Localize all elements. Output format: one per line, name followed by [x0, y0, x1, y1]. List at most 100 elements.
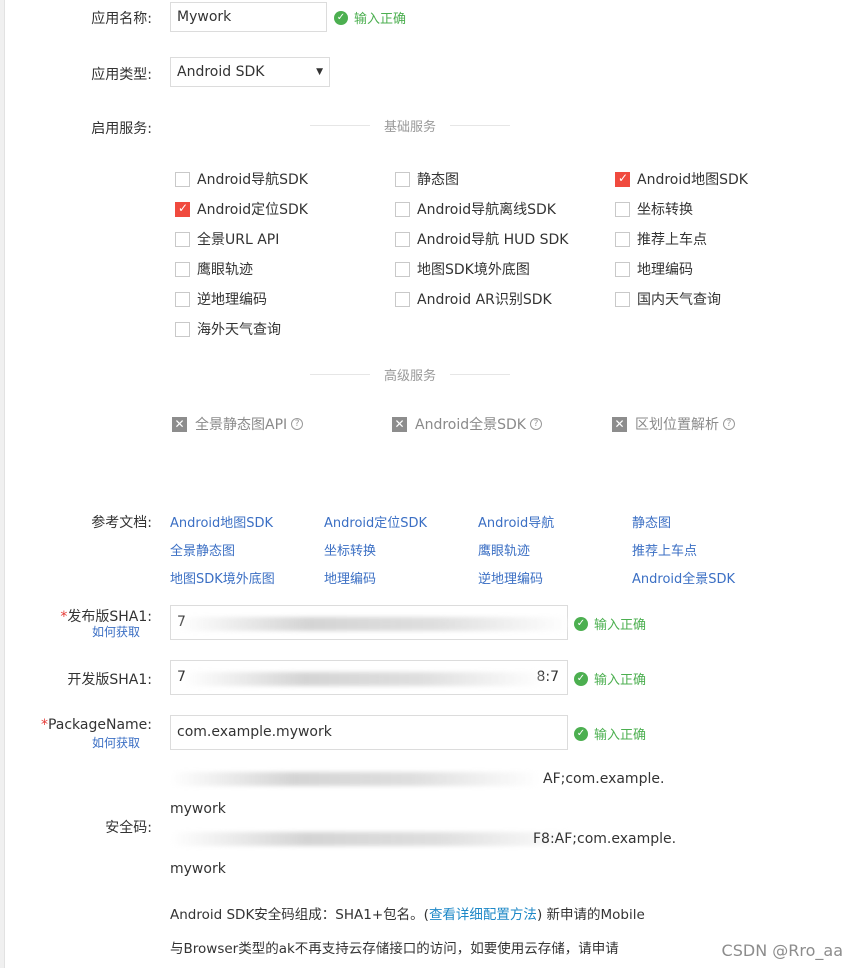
watermark: CSDN @Rro_aa — [721, 941, 843, 960]
help-icon[interactable]: ? — [723, 418, 735, 430]
service-label: 国内天气查询 — [637, 292, 721, 308]
service-checkbox[interactable]: Android地图SDK — [615, 169, 748, 189]
checkbox-unchecked-icon[interactable] — [395, 261, 410, 277]
service-label: Android导航离线SDK — [417, 202, 556, 218]
service-label: Android地图SDK — [637, 172, 748, 188]
checkbox-unchecked-icon[interactable] — [175, 171, 190, 187]
package-name-label: *PackageName: — [12, 717, 152, 733]
config-method-link[interactable]: 查看详细配置方法 — [429, 907, 537, 923]
security-code-label: 安全码: — [105, 820, 152, 836]
doc-link[interactable]: 鹰眼轨迹 — [478, 540, 530, 559]
adv-service-android-panorama: ✕ Android全景SDK ? — [392, 414, 542, 434]
security-note-line2: 与Browser类型的ak不再支持云存储接口的访问，如要使用云存储，请申请 — [170, 941, 619, 957]
app-type-label: 应用类型: — [91, 67, 152, 83]
service-label: 地理编码 — [637, 262, 693, 278]
help-icon[interactable]: ? — [291, 418, 304, 430]
docs-label: 参考文档: — [91, 515, 152, 531]
note-text: ) 新申请的Mobile — [536, 907, 645, 923]
doc-link[interactable]: 地图SDK境外底图 — [170, 568, 275, 587]
service-label: 全景URL API — [197, 232, 280, 248]
doc-link[interactable]: Android地图SDK — [170, 512, 273, 531]
divider — [450, 125, 510, 126]
checkbox-unchecked-icon[interactable] — [615, 291, 630, 307]
checkbox-unchecked-icon[interactable] — [395, 291, 410, 307]
app-type-select[interactable]: Android SDK ▼ — [170, 57, 330, 87]
redaction-blur — [184, 672, 544, 686]
check-circle-icon: ✓ — [574, 726, 588, 741]
basic-services-header: 基础服务 — [310, 116, 510, 135]
service-label: Android定位SDK — [197, 202, 308, 218]
service-checkbox[interactable]: 国内天气查询 — [615, 289, 721, 309]
adv-service-label: 区划位置解析 — [635, 417, 719, 433]
caret-down-icon: ▼ — [316, 67, 323, 77]
checkbox-unchecked-icon[interactable] — [175, 261, 190, 277]
doc-link[interactable]: 逆地理编码 — [478, 568, 543, 587]
divider — [310, 125, 370, 126]
status-text: 输入正确 — [354, 12, 407, 27]
service-label: 推荐上车点 — [637, 232, 707, 248]
app-type-value: Android SDK — [177, 64, 265, 80]
adv-service-label: 全景静态图API — [195, 417, 288, 433]
checkbox-unchecked-icon[interactable] — [395, 231, 410, 247]
status-text: 输入正确 — [594, 673, 647, 688]
package-name-label-text: PackageName: — [47, 717, 152, 733]
services-label: 启用服务: — [91, 121, 152, 137]
service-checkbox[interactable]: 鹰眼轨迹 — [175, 259, 253, 279]
redaction-blur — [178, 617, 570, 631]
service-label: 坐标转换 — [637, 202, 693, 218]
checkbox-unchecked-icon[interactable] — [395, 201, 410, 217]
package-name-status: ✓ 输入正确 — [574, 724, 646, 743]
doc-link[interactable]: Android定位SDK — [324, 512, 427, 531]
service-checkbox[interactable]: 逆地理编码 — [175, 289, 267, 309]
service-checkbox[interactable]: 静态图 — [395, 169, 459, 189]
checkbox-unchecked-icon[interactable] — [395, 171, 410, 187]
service-checkbox[interactable]: 海外天气查询 — [175, 319, 281, 339]
disabled-x-icon: ✕ — [172, 416, 187, 432]
service-label: 鹰眼轨迹 — [197, 262, 253, 278]
checkbox-unchecked-icon[interactable] — [615, 231, 630, 247]
dev-sha1-status: ✓ 输入正确 — [574, 669, 646, 688]
doc-link[interactable]: 地理编码 — [324, 568, 376, 587]
app-name-status: ✓ 输入正确 — [334, 8, 406, 27]
checkbox-unchecked-icon[interactable] — [615, 261, 630, 277]
service-checkbox[interactable]: Android AR识别SDK — [395, 289, 552, 309]
advanced-services-header: 高级服务 — [310, 365, 510, 384]
divider — [310, 374, 370, 375]
doc-link[interactable]: Android全景SDK — [632, 568, 735, 587]
checkbox-checked-icon[interactable] — [615, 171, 630, 187]
service-checkbox[interactable]: 全景URL API — [175, 229, 279, 249]
disabled-x-icon: ✕ — [392, 416, 407, 432]
package-how-link[interactable]: 如何获取 — [0, 734, 140, 751]
doc-link[interactable]: 静态图 — [632, 512, 671, 531]
doc-link[interactable]: 全景静态图 — [170, 540, 235, 559]
service-label: Android AR识别SDK — [417, 292, 552, 308]
service-label: Android导航SDK — [197, 172, 308, 188]
status-text: 输入正确 — [594, 728, 647, 743]
security-note-line1: Android SDK安全码组成：SHA1+包名。(查看详细配置方法) 新申请的… — [170, 903, 645, 923]
service-checkbox[interactable]: Android导航离线SDK — [395, 199, 556, 219]
service-checkbox[interactable]: 坐标转换 — [615, 199, 693, 219]
adv-service-region-parse: ✕ 区划位置解析 ? — [612, 414, 735, 434]
service-checkbox[interactable]: 地理编码 — [615, 259, 693, 279]
checkbox-checked-icon[interactable] — [175, 201, 190, 217]
doc-link[interactable]: 推荐上车点 — [632, 540, 697, 559]
release-sha1-how-link[interactable]: 如何获取 — [0, 623, 140, 640]
service-checkbox[interactable]: 推荐上车点 — [615, 229, 707, 249]
status-text: 输入正确 — [594, 618, 647, 633]
service-checkbox[interactable]: 地图SDK境外底图 — [395, 259, 530, 279]
service-checkbox[interactable]: Android定位SDK — [175, 199, 308, 219]
help-icon[interactable]: ? — [529, 418, 542, 430]
doc-link[interactable]: Android导航 — [478, 512, 554, 531]
package-name-input[interactable]: com.example.mywork — [170, 715, 568, 750]
security-line4: mywork — [170, 861, 226, 877]
checkbox-unchecked-icon[interactable] — [615, 201, 630, 217]
checkbox-unchecked-icon[interactable] — [175, 291, 190, 307]
check-circle-icon: ✓ — [574, 616, 588, 631]
security-line1-end: AF;com.example. — [543, 771, 665, 787]
app-name-input[interactable]: Mywork — [170, 2, 327, 32]
service-checkbox[interactable]: Android导航SDK — [175, 169, 308, 189]
service-checkbox[interactable]: Android导航 HUD SDK — [395, 229, 568, 249]
checkbox-unchecked-icon[interactable] — [175, 321, 190, 337]
doc-link[interactable]: 坐标转换 — [324, 540, 376, 559]
checkbox-unchecked-icon[interactable] — [175, 231, 190, 247]
